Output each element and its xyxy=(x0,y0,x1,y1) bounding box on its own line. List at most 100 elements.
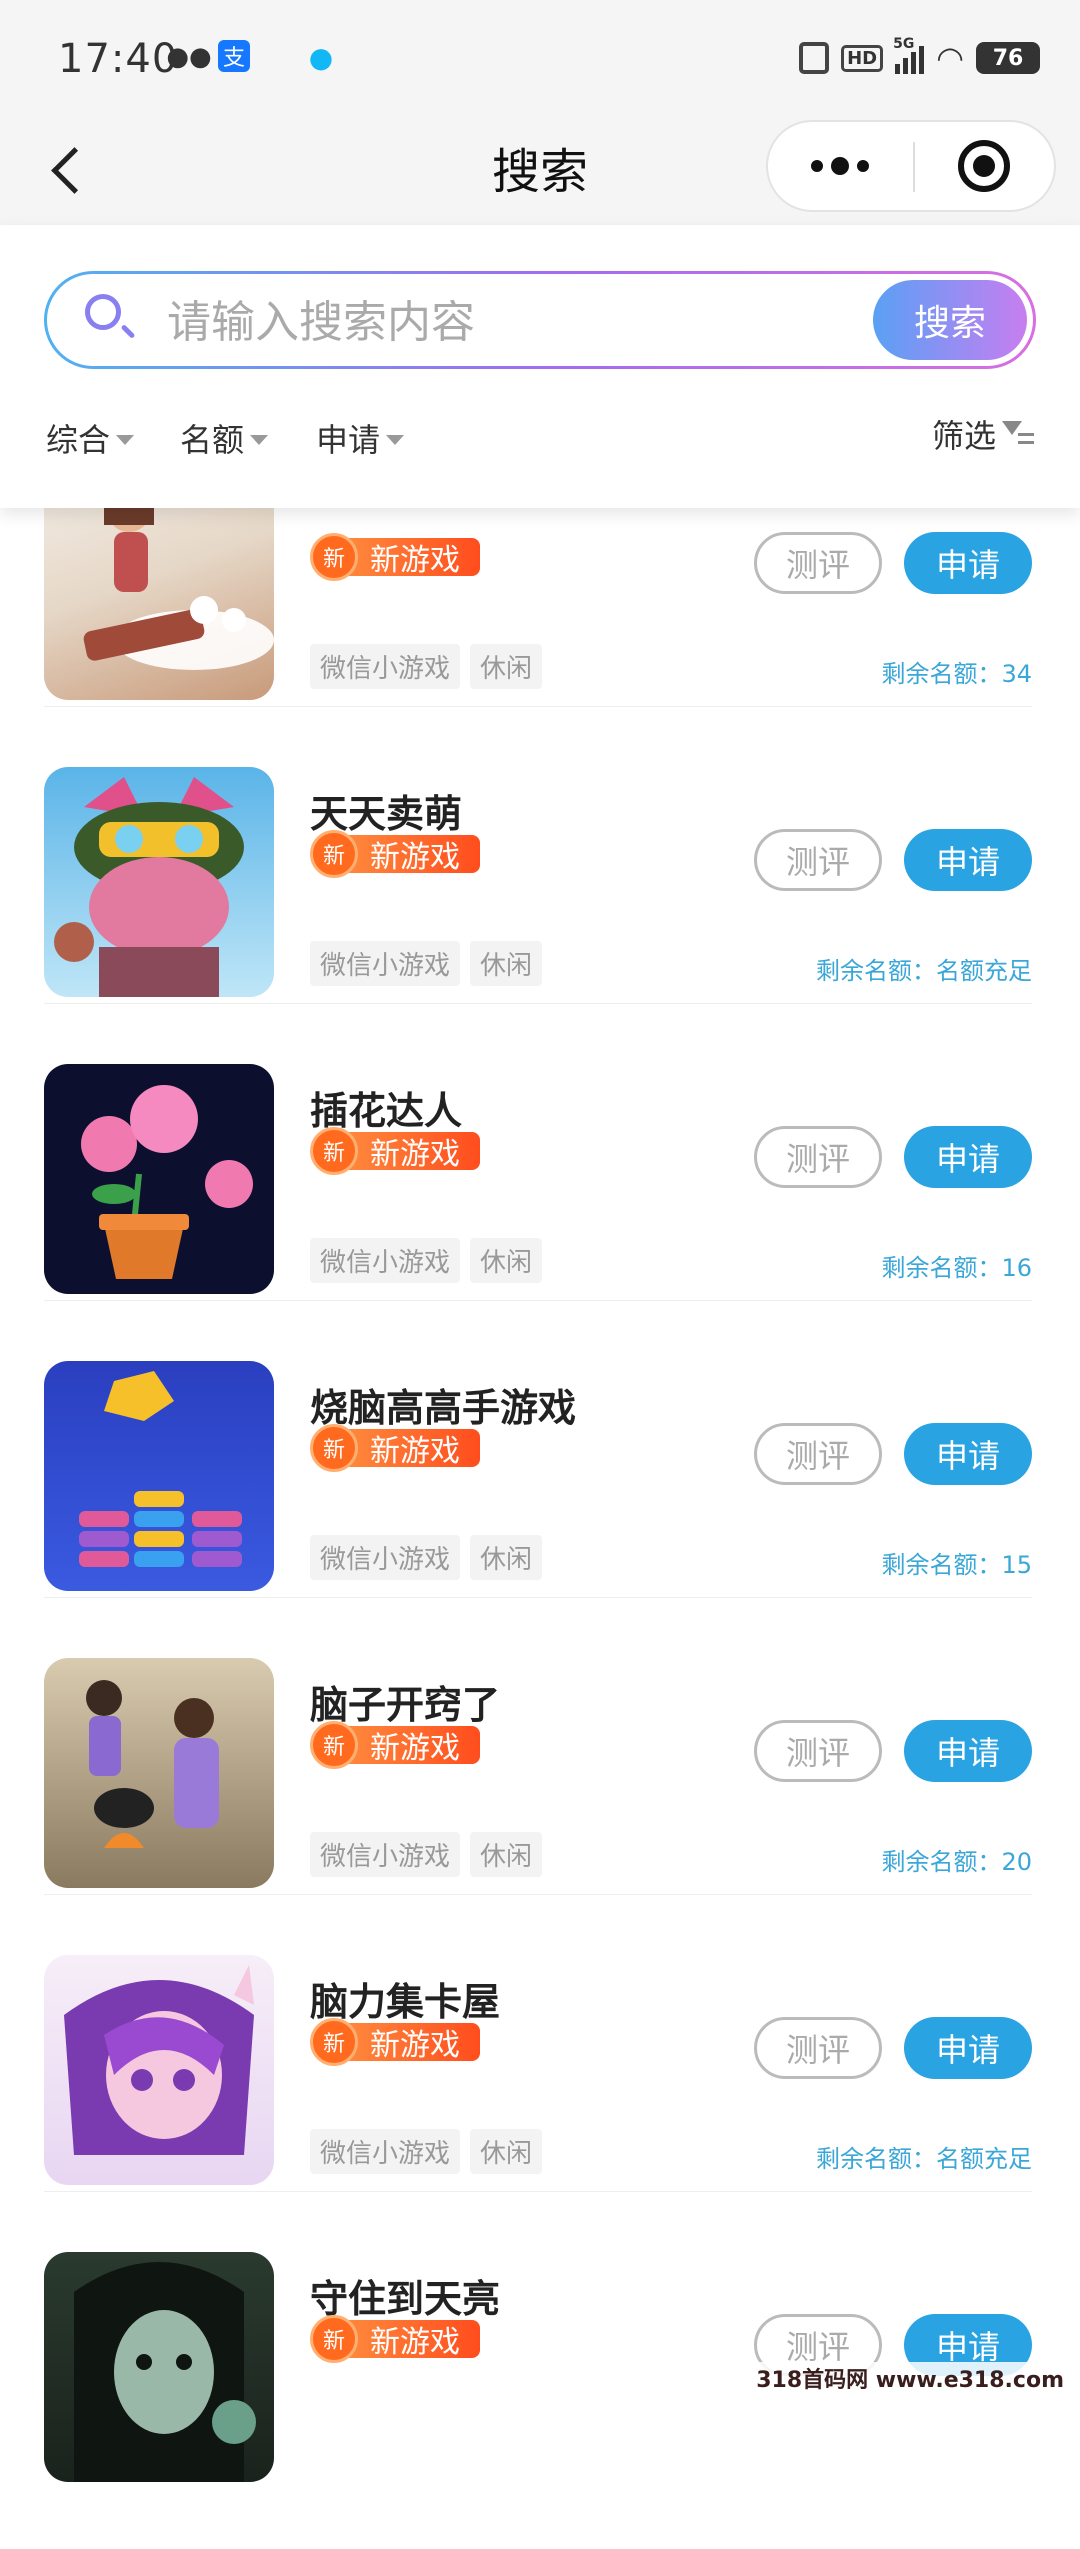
remaining-quota: 剩余名额：16 xyxy=(881,1254,1032,1282)
tag-list: 微信小游戏 休闲 xyxy=(310,1238,543,1283)
tag-list: 微信小游戏 休闲 xyxy=(310,941,543,986)
capsule-divider xyxy=(913,142,915,192)
list-item[interactable]: 烧脑高高手游戏 新 新游戏 测评 申请 微信小游戏 休闲 剩余名额：15 xyxy=(0,1361,1080,1658)
search-box: 搜索 xyxy=(44,271,1036,369)
search-panel: 搜索 综合 名额 申请 筛选 xyxy=(0,225,1080,508)
review-button[interactable]: 测评 xyxy=(754,2017,882,2079)
game-thumbnail[interactable] xyxy=(44,1361,274,1591)
new-badge-label: 新游戏 xyxy=(344,2023,480,2063)
remaining-quota: 剩余名额：15 xyxy=(881,1551,1032,1579)
tag: 休闲 xyxy=(470,1832,543,1877)
game-thumbnail[interactable] xyxy=(44,2252,274,2482)
new-game-badge: 新 新游戏 xyxy=(310,2018,480,2066)
vibrate-icon xyxy=(799,42,830,74)
review-button[interactable]: 测评 xyxy=(754,1126,882,1188)
new-badge-icon: 新 xyxy=(310,1424,358,1472)
remaining-quota: 剩余名额：20 xyxy=(881,1848,1032,1876)
chevron-down-icon xyxy=(250,435,269,445)
new-badge-label: 新游戏 xyxy=(344,1726,480,1766)
filter-quota[interactable]: 名额 xyxy=(180,415,269,461)
game-thumbnail[interactable] xyxy=(44,1955,274,2185)
new-badge-label: 新游戏 xyxy=(344,1132,480,1172)
tag-list: 微信小游戏 休闲 xyxy=(310,644,543,689)
review-button[interactable]: 测评 xyxy=(754,1423,882,1485)
new-game-badge: 新 新游戏 xyxy=(310,1424,480,1472)
funnel-icon xyxy=(1002,417,1036,451)
close-mini-program-icon[interactable] xyxy=(958,140,1010,192)
status-time: 17:40 xyxy=(58,36,179,82)
filter-screen-button[interactable]: 筛选 xyxy=(932,411,1036,457)
list-item[interactable]: 插花达人 新 新游戏 测评 申请 微信小游戏 休闲 剩余名额：16 xyxy=(0,1064,1080,1361)
tag: 休闲 xyxy=(470,1238,543,1283)
list-item[interactable]: 脑子开窍了 新 新游戏 测评 申请 微信小游戏 休闲 剩余名额：20 xyxy=(0,1658,1080,1955)
tag: 微信小游戏 xyxy=(310,941,461,986)
apply-button[interactable]: 申请 xyxy=(904,1126,1032,1188)
review-button[interactable]: 测评 xyxy=(754,532,882,594)
search-icon xyxy=(85,294,121,330)
apply-button[interactable]: 申请 xyxy=(904,1423,1032,1485)
tag-list: 微信小游戏 休闲 xyxy=(310,2129,543,2174)
new-game-badge: 新 新游戏 xyxy=(310,1127,480,1175)
network-type: 5G xyxy=(893,36,915,52)
tag: 微信小游戏 xyxy=(310,1832,461,1877)
game-title: 烧脑高高手游戏 xyxy=(310,1386,577,1430)
apply-button[interactable]: 申请 xyxy=(904,829,1032,891)
filter-screen-label: 筛选 xyxy=(931,417,996,455)
tag: 休闲 xyxy=(470,644,543,689)
tag-list: 微信小游戏 休闲 xyxy=(310,1535,543,1580)
apply-button[interactable]: 申请 xyxy=(904,532,1032,594)
review-button[interactable]: 测评 xyxy=(754,1720,882,1782)
alipay-icon: 支 xyxy=(218,40,250,72)
status-bar: 17:40 ●● 支 ● HD 5G ◠ 76 xyxy=(0,0,1080,120)
list-item[interactable]: 新 新游戏 测评 申请 微信小游戏 休闲 剩余名额：34 xyxy=(0,470,1080,767)
remaining-quota: 剩余名额：名额充足 xyxy=(816,957,1032,985)
more-icon[interactable] xyxy=(768,122,912,210)
filter-apply[interactable]: 申请 xyxy=(316,415,405,461)
search-input[interactable] xyxy=(165,286,769,358)
tag: 微信小游戏 xyxy=(310,1535,461,1580)
filter-row: 综合 名额 申请 筛选 xyxy=(0,415,1080,475)
filter-label: 综合 xyxy=(46,421,111,459)
remaining-quota: 剩余名额：34 xyxy=(881,660,1032,688)
filter-comprehensive[interactable]: 综合 xyxy=(46,415,135,461)
tag-list: 微信小游戏 休闲 xyxy=(310,1832,543,1877)
wechat-icon: ●● xyxy=(166,42,212,72)
divider xyxy=(44,1300,1032,1301)
hd-icon: HD xyxy=(841,44,884,72)
new-game-badge: 新 新游戏 xyxy=(310,1721,480,1769)
tag: 微信小游戏 xyxy=(310,644,461,689)
list-item[interactable]: 守住到天亮 新 新游戏 测评 申请 xyxy=(0,2252,1080,2549)
list-item[interactable]: 天天卖萌 新 新游戏 测评 申请 微信小游戏 休闲 剩余名额：名额充足 xyxy=(0,767,1080,1064)
tag: 休闲 xyxy=(470,941,543,986)
tag: 休闲 xyxy=(470,1535,543,1580)
game-thumbnail[interactable] xyxy=(44,1064,274,1294)
new-badge-label: 新游戏 xyxy=(344,2320,480,2360)
signal-icon: 5G xyxy=(893,36,925,74)
status-right: HD 5G ◠ 76 xyxy=(799,36,1040,78)
game-thumbnail[interactable] xyxy=(44,767,274,997)
new-badge-icon: 新 xyxy=(310,2315,358,2363)
new-game-badge: 新 新游戏 xyxy=(310,2315,480,2363)
battery-icon: 76 xyxy=(976,42,1040,74)
watermark: 318首码网 www.e318.com xyxy=(750,2362,1070,2394)
review-button[interactable]: 测评 xyxy=(754,829,882,891)
tag: 微信小游戏 xyxy=(310,1238,461,1283)
game-thumbnail[interactable] xyxy=(44,1658,274,1888)
mini-program-capsule xyxy=(766,120,1056,212)
divider xyxy=(44,1003,1032,1004)
new-badge-icon: 新 xyxy=(310,533,358,581)
nav-bar: 搜索 xyxy=(0,120,1080,225)
new-badge-label: 新游戏 xyxy=(344,1429,480,1469)
divider xyxy=(44,1597,1032,1598)
search-button[interactable]: 搜索 xyxy=(873,280,1027,360)
filter-label: 申请 xyxy=(316,421,381,459)
divider xyxy=(44,706,1032,707)
qq-icon: ● xyxy=(308,40,334,74)
new-badge-label: 新游戏 xyxy=(344,538,480,578)
list-item[interactable]: 脑力集卡屋 新 新游戏 测评 申请 微信小游戏 休闲 剩余名额：名额充足 xyxy=(0,1955,1080,2252)
new-badge-label: 新游戏 xyxy=(344,835,480,875)
tag: 休闲 xyxy=(470,2129,543,2174)
wifi-icon: ◠ xyxy=(936,39,964,77)
apply-button[interactable]: 申请 xyxy=(904,2017,1032,2079)
apply-button[interactable]: 申请 xyxy=(904,1720,1032,1782)
